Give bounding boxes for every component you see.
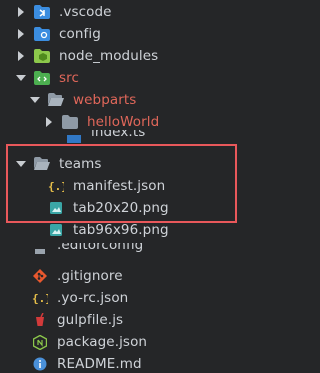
- tree-item-label: teams: [59, 156, 102, 172]
- json-file-icon: {.}: [48, 178, 64, 194]
- tree-item-label: config: [59, 26, 101, 42]
- tree-item-node-modules[interactable]: node_modules: [0, 45, 285, 67]
- tree-item-label: index.ts: [91, 130, 146, 140]
- folder-open-icon: [48, 92, 64, 108]
- node-modules-folder-icon: [34, 48, 50, 64]
- svg-text:{.}: {.}: [32, 292, 48, 305]
- tree-item-label: tab96x96.png: [73, 222, 169, 238]
- info-icon: [32, 356, 48, 372]
- tree-item-teams[interactable]: teams: [0, 153, 285, 175]
- image-file-icon: [48, 222, 64, 238]
- typescript-file-icon: [66, 131, 82, 147]
- chevron-right-icon[interactable]: [44, 116, 54, 128]
- tree-item-label: tab20x20.png: [73, 200, 169, 216]
- tree-item-vscode[interactable]: .vscode: [0, 1, 285, 23]
- chevron-down-icon[interactable]: [30, 94, 40, 106]
- chevron-right-icon[interactable]: [16, 50, 26, 62]
- tree-item-tab20x20-png[interactable]: tab20x20.png: [0, 197, 299, 219]
- tree-item-gitignore[interactable]: .gitignore: [0, 265, 283, 287]
- tree-item-src[interactable]: src: [0, 67, 285, 89]
- tree-item-label: .gitignore: [57, 268, 123, 284]
- src-folder-icon: [34, 70, 50, 86]
- chevron-down-icon[interactable]: [16, 72, 26, 84]
- editorconfig-file-icon: [32, 244, 48, 260]
- tree-item-tab96x96-png[interactable]: tab96x96.png: [0, 219, 299, 241]
- tree-item-label: gulpfile.js: [57, 312, 124, 328]
- gulp-icon: [32, 312, 48, 328]
- folder-icon: [62, 114, 78, 130]
- tree-item-label: package.json: [57, 334, 148, 350]
- tree-item-label: README.md: [57, 356, 142, 372]
- tree-item-readme-md[interactable]: README.md: [0, 353, 283, 373]
- tree-item-label: .vscode: [59, 4, 112, 20]
- json-file-icon: {.}: [32, 290, 48, 306]
- svg-text:{.}: {.}: [48, 180, 64, 193]
- folder-open-icon: [34, 156, 50, 172]
- tree-item-yo-rc-json[interactable]: {.} .yo-rc.json: [0, 287, 283, 309]
- tree-item-gulpfile-js[interactable]: gulpfile.js: [0, 309, 283, 331]
- tree-item-label: src: [59, 70, 80, 86]
- chevron-right-icon[interactable]: [16, 6, 26, 18]
- vscode-folder-icon: [34, 4, 50, 20]
- chevron-right-icon[interactable]: [16, 28, 26, 40]
- tree-item-label: .editorconfig: [57, 243, 144, 253]
- tree-item-label: manifest.json: [73, 178, 166, 194]
- tree-item-webparts[interactable]: webparts: [0, 89, 299, 111]
- tree-item-label: .yo-rc.json: [57, 290, 129, 306]
- nodejs-icon: [32, 334, 48, 350]
- folder-icon: [34, 26, 50, 42]
- tree-item-label: node_modules: [59, 48, 159, 64]
- tree-item-package-json[interactable]: package.json: [0, 331, 283, 353]
- file-explorer-tree: .vscode config node_modules src webparts…: [0, 0, 269, 373]
- tree-item-label: webparts: [73, 92, 137, 108]
- git-icon: [32, 268, 48, 284]
- tree-item-label: helloWorld: [87, 114, 160, 130]
- tree-item-index-ts[interactable]: index.ts: [0, 130, 317, 155]
- chevron-down-icon[interactable]: [16, 158, 26, 170]
- tree-item-manifest-json[interactable]: {.} manifest.json: [0, 175, 299, 197]
- image-file-icon: [48, 200, 64, 216]
- tree-item-config[interactable]: config: [0, 23, 285, 45]
- tree-item-helloworld[interactable]: helloWorld: [0, 111, 313, 133]
